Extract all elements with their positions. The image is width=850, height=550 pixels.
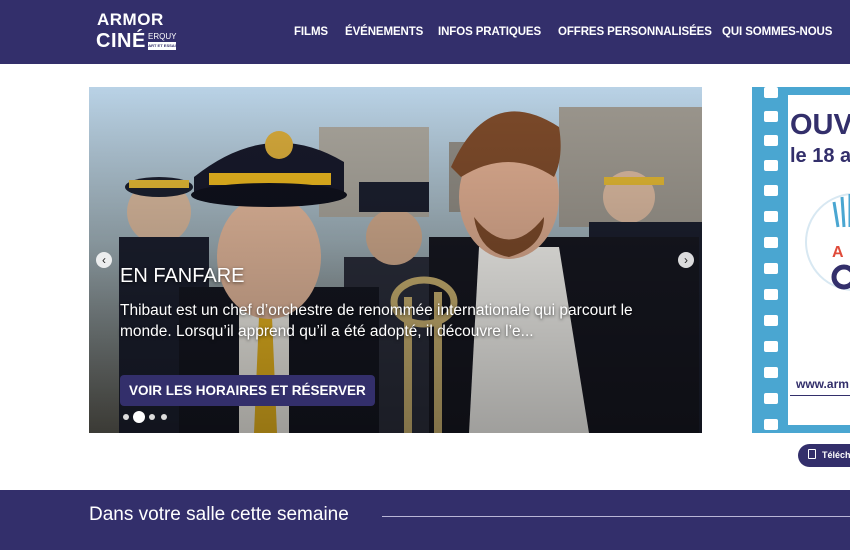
nav-item-offres-personnalisees[interactable]: OFFRES PERSONNALISÉES — [558, 25, 712, 39]
this-week-section-header: Dans votre salle cette semaine — [0, 490, 850, 550]
poster-divider — [790, 395, 850, 396]
poster-illustration: A — [805, 193, 850, 291]
svg-text:A: A — [832, 244, 844, 261]
section-divider — [382, 516, 850, 517]
download-button-label: Téléch — [822, 450, 850, 460]
slide-title: EN FANFARE — [120, 265, 245, 287]
poster-title: OUV — [790, 109, 850, 141]
slider-dot-1[interactable] — [123, 414, 129, 420]
chevron-left-icon: ‹ — [102, 253, 106, 267]
nav-item-evenements[interactable]: ÉVÉNEMENTS — [345, 25, 423, 39]
opening-poster[interactable]: OUV le 18 a A www.arm — [752, 87, 850, 433]
bookmark-icon — [808, 449, 816, 459]
poster-url: www.arm — [796, 377, 849, 391]
chevron-right-icon: › — [684, 253, 688, 267]
logo-line-art-essai: ART ET ESSAI — [148, 42, 176, 50]
site-header: ARMOR CINÉ ERQUY ART ET ESSAI FILMS ÉVÉN… — [0, 0, 850, 64]
film-strip-decoration — [752, 87, 788, 433]
nav-item-films[interactable]: FILMS — [294, 25, 328, 39]
slider-dot-2[interactable] — [133, 411, 145, 423]
slider-dot-4[interactable] — [161, 414, 167, 420]
main-nav: FILMS ÉVÉNEMENTS INFOS PRATIQUES OFFRES … — [0, 25, 850, 39]
slider-prev-button[interactable]: ‹ — [96, 252, 112, 268]
section-title: Dans votre salle cette semaine — [89, 504, 349, 525]
slide-description: Thibaut est un chef d’orchestre de renom… — [120, 302, 633, 340]
book-showtimes-button[interactable]: VOIR LES HORAIRES ET RÉSERVER — [120, 375, 375, 406]
slider-dot-3[interactable] — [149, 414, 155, 420]
download-button[interactable]: Téléch — [798, 444, 850, 467]
slider-next-button[interactable]: › — [678, 252, 694, 268]
nav-item-infos-pratiques[interactable]: INFOS PRATIQUES — [438, 25, 541, 39]
nav-item-qui-sommes-nous[interactable]: QUI SOMMES-NOUS — [722, 25, 832, 39]
hero-slider[interactable]: ‹ › EN FANFARE Thibaut est un chef d’orc… — [89, 87, 702, 433]
poster-date: le 18 a — [790, 145, 850, 167]
